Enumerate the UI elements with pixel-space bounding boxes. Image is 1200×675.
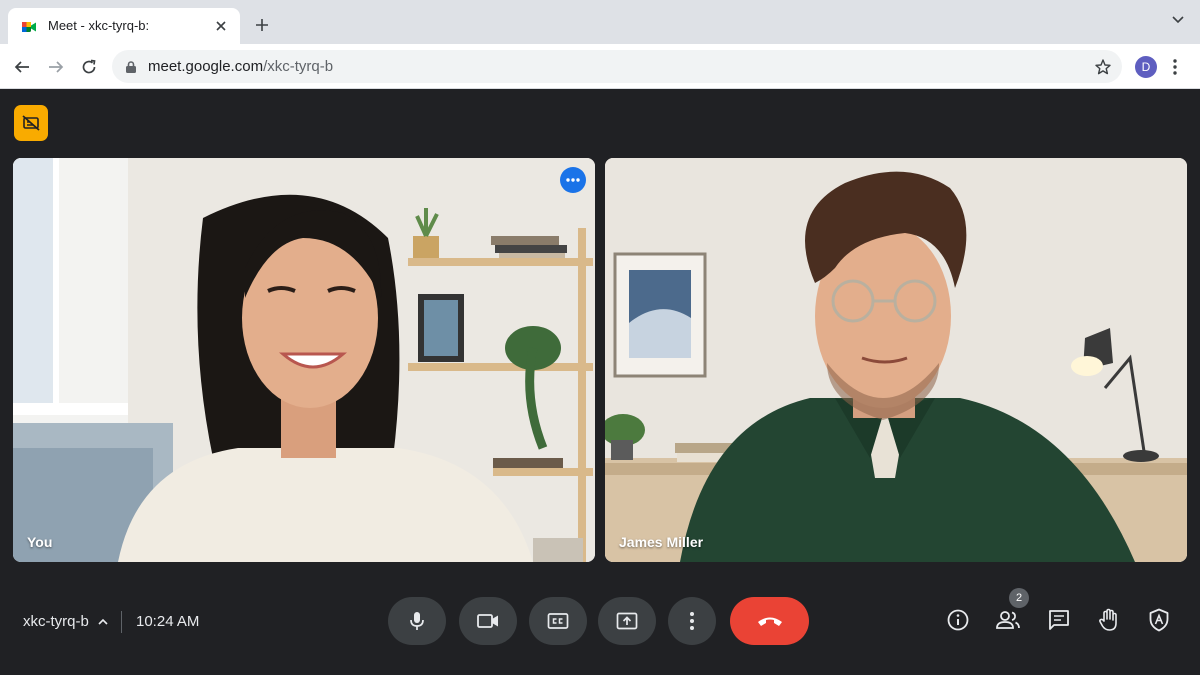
url-text: meet.google.com/xkc-tyrq-b (148, 58, 333, 75)
browser-toolbar: meet.google.com/xkc-tyrq-b D (0, 44, 1200, 89)
camera-button[interactable] (459, 597, 517, 645)
chat-button[interactable] (1046, 607, 1072, 633)
chat-icon (1049, 610, 1069, 630)
present-icon (616, 612, 638, 630)
leave-call-button[interactable] (730, 597, 809, 645)
close-tab-icon[interactable] (212, 17, 230, 35)
profile-avatar[interactable]: D (1135, 56, 1157, 78)
participant-count-badge: 2 (1009, 588, 1029, 608)
address-bar[interactable]: meet.google.com/xkc-tyrq-b (112, 50, 1122, 83)
forward-arrow-icon[interactable] (45, 56, 67, 78)
bookmark-star-icon[interactable] (1094, 58, 1112, 76)
more-vert-icon (690, 612, 694, 630)
meet-stage: You James Miller xkc-tyrq-b 10:24 AM 2 (0, 89, 1200, 675)
camera-icon (477, 614, 498, 628)
meeting-code[interactable]: xkc-tyrq-b (23, 613, 89, 630)
divider (121, 611, 122, 633)
people-icon (996, 611, 1020, 629)
back-arrow-icon[interactable] (11, 56, 33, 78)
info-icon (947, 609, 969, 631)
reload-icon[interactable] (78, 56, 100, 78)
present-screen-button[interactable] (598, 597, 656, 645)
chevron-down-icon[interactable] (1168, 10, 1188, 30)
raise-hand-button[interactable] (1096, 607, 1122, 633)
tab-title: Meet - xkc-tyrq-b: (48, 18, 150, 33)
participant-name-you: You (27, 534, 53, 550)
raise-hand-icon (1099, 608, 1117, 631)
video-tile-you[interactable]: You (13, 158, 595, 562)
host-controls-button[interactable] (1146, 607, 1172, 633)
meeting-details-button[interactable] (945, 607, 971, 633)
captions-icon (547, 613, 569, 629)
chevron-up-icon[interactable] (97, 616, 109, 628)
browser-menu-icon[interactable] (1168, 56, 1182, 78)
microphone-button[interactable] (388, 597, 446, 645)
host-controls-icon (1149, 608, 1169, 632)
more-options-button[interactable] (668, 597, 716, 645)
tile-more-options-icon[interactable] (560, 167, 586, 193)
people-button[interactable] (995, 607, 1021, 633)
url-host: meet.google.com (148, 58, 264, 75)
captions-button[interactable] (529, 597, 587, 645)
meeting-time: 10:24 AM (136, 613, 200, 630)
url-path: /xkc-tyrq-b (263, 58, 334, 75)
video-tile-james-miller[interactable]: James Miller (605, 158, 1187, 562)
lock-icon (126, 61, 136, 73)
browser-tabstrip: Meet - xkc-tyrq-b: (0, 0, 1200, 44)
end-call-icon (757, 617, 782, 626)
participant-name-james-miller: James Miller (619, 534, 704, 550)
participant-video-james-miller (605, 158, 1187, 562)
new-tab-icon[interactable] (252, 15, 272, 35)
browser-tab-meet[interactable]: Meet - xkc-tyrq-b: (8, 8, 240, 44)
participant-video-you (13, 158, 595, 562)
mic-icon (410, 612, 424, 630)
no-captions-icon[interactable] (14, 105, 48, 141)
meet-logo-icon (22, 22, 36, 32)
